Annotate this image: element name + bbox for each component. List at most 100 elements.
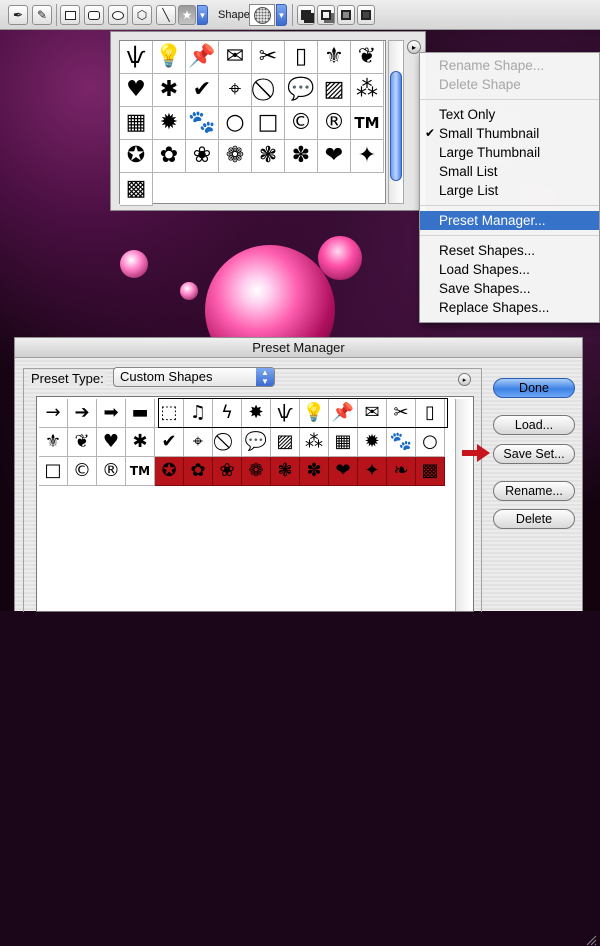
- preset-grid-scrollbar[interactable]: [455, 399, 471, 611]
- tool-dropdown-arrow[interactable]: ▼: [197, 5, 208, 25]
- heart-icon[interactable]: ♥: [120, 74, 153, 107]
- blob-shape-icon[interactable]: ❤: [318, 140, 351, 173]
- scissors-icon[interactable]: ✂: [387, 399, 416, 428]
- blob-shape-icon[interactable]: ❃: [271, 457, 300, 486]
- crosshair-icon[interactable]: ⌖: [219, 74, 252, 107]
- blob-shape-icon[interactable]: ✿: [184, 457, 213, 486]
- menu-item-load-shapes[interactable]: Load Shapes...: [420, 260, 599, 279]
- pushpin-icon[interactable]: 📌: [329, 399, 358, 428]
- lightbulb-icon[interactable]: 💡: [300, 399, 329, 428]
- blob-shape-icon[interactable]: ❀: [186, 140, 219, 173]
- combine-add-button[interactable]: [297, 5, 315, 25]
- hatched-square-icon[interactable]: ▨: [271, 428, 300, 457]
- grass-icon[interactable]: ѱ: [271, 399, 300, 428]
- frame-icon[interactable]: ⬚: [155, 399, 184, 428]
- menu-item-large-thumbnail[interactable]: Large Thumbnail: [420, 143, 599, 162]
- crosshair-icon[interactable]: ⌖: [184, 428, 213, 457]
- menu-item-replace-shapes[interactable]: Replace Shapes...: [420, 298, 599, 317]
- menu-item-small-list[interactable]: Small List: [420, 162, 599, 181]
- heart-icon[interactable]: ♥: [97, 428, 126, 457]
- trademark-icon[interactable]: TM: [126, 457, 155, 486]
- blob-shape-icon[interactable]: ❤: [329, 457, 358, 486]
- arrow-icon[interactable]: →: [39, 399, 68, 428]
- combine-intersect-button[interactable]: [337, 5, 355, 25]
- menu-item-reset-shapes[interactable]: Reset Shapes...: [420, 241, 599, 260]
- ornament-icon[interactable]: ❦: [351, 41, 384, 74]
- checker-icon[interactable]: ⁂: [300, 428, 329, 457]
- preset-type-select[interactable]: Custom Shapes ▲ ▼: [113, 367, 275, 387]
- rounded-rectangle-tool-button[interactable]: [84, 5, 104, 25]
- blob-shape-icon[interactable]: ❀: [213, 457, 242, 486]
- fleur-de-lis-icon[interactable]: ⚜: [318, 41, 351, 74]
- hatched-square-icon[interactable]: ▨: [318, 74, 351, 107]
- paw-print-icon[interactable]: 🐾: [387, 428, 416, 457]
- blob-shape-icon[interactable]: ❁: [242, 457, 271, 486]
- rename-button[interactable]: Rename...: [493, 481, 575, 501]
- starburst-icon[interactable]: ✸: [242, 399, 271, 428]
- checker-icon[interactable]: ⁂: [351, 74, 384, 107]
- arrow-bold-icon[interactable]: ➔: [68, 399, 97, 428]
- registered-icon[interactable]: ®: [97, 457, 126, 486]
- arrow-heavy-icon[interactable]: ➡: [97, 399, 126, 428]
- blob-shape-icon[interactable]: ✪: [155, 457, 184, 486]
- paw-print-icon[interactable]: 🐾: [186, 107, 219, 140]
- menu-item-text-only[interactable]: Text Only: [420, 105, 599, 124]
- save-set-button[interactable]: Save Set...: [493, 444, 575, 464]
- blob-shape-icon[interactable]: ✽: [300, 457, 329, 486]
- shape-picker-dropdown[interactable]: ▼: [276, 4, 287, 26]
- dotted-pattern-icon[interactable]: ▩: [416, 457, 445, 486]
- paper-icon[interactable]: ▯: [285, 41, 318, 74]
- ellipse-tool-button[interactable]: [108, 5, 128, 25]
- no-sign-icon[interactable]: ⃠: [213, 428, 242, 457]
- grass-icon[interactable]: ѱ: [120, 41, 153, 74]
- blob-shape-icon[interactable]: ❁: [219, 140, 252, 173]
- checkmark-icon[interactable]: ✔: [155, 428, 184, 457]
- blob-shape-icon[interactable]: ✦: [351, 140, 384, 173]
- music-notes-icon[interactable]: ♫: [184, 399, 213, 428]
- copyright-icon[interactable]: ©: [285, 107, 318, 140]
- speech-bubble-icon[interactable]: 💬: [242, 428, 271, 457]
- scissors-icon[interactable]: ✂: [252, 41, 285, 74]
- circle-frame-icon[interactable]: ○: [416, 428, 445, 457]
- checkmark-icon[interactable]: ✔: [186, 74, 219, 107]
- done-button[interactable]: Done: [493, 378, 575, 398]
- line-tool-button[interactable]: ╲: [156, 5, 176, 25]
- polygon-tool-button[interactable]: ⬡: [132, 5, 152, 25]
- blob-shape-icon[interactable]: ✦: [358, 457, 387, 486]
- trademark-icon[interactable]: TM: [351, 107, 384, 140]
- lightning-icon[interactable]: ϟ: [213, 399, 242, 428]
- square-frame-icon[interactable]: □: [252, 107, 285, 140]
- rectangle-tool-button[interactable]: [60, 5, 80, 25]
- blob-shape-icon[interactable]: ✿: [153, 140, 186, 173]
- lightbulb-icon[interactable]: 💡: [153, 41, 186, 74]
- no-sign-icon[interactable]: ⃠: [252, 74, 285, 107]
- banner-icon[interactable]: ▬: [126, 399, 155, 428]
- menu-item-large-list[interactable]: Large List: [420, 181, 599, 200]
- blob-shape-icon[interactable]: ✽: [285, 140, 318, 173]
- shape-picker-scrollbar[interactable]: [388, 40, 404, 204]
- blob-shape-icon[interactable]: ❃: [252, 140, 285, 173]
- shape-swatch[interactable]: [249, 4, 275, 26]
- fleur-de-lis-icon[interactable]: ⚜: [39, 428, 68, 457]
- circle-frame-icon[interactable]: ○: [219, 107, 252, 140]
- scroll-thumb[interactable]: [390, 71, 402, 181]
- preset-manager-menu-arrow-icon[interactable]: ▸: [458, 373, 471, 386]
- load-button[interactable]: Load...: [493, 415, 575, 435]
- resize-grip-icon[interactable]: [585, 934, 597, 946]
- freeform-pen-tool-button[interactable]: ✎: [32, 5, 52, 25]
- grid-icon[interactable]: ▦: [329, 428, 358, 457]
- grid-icon[interactable]: ▦: [120, 107, 153, 140]
- envelope-icon[interactable]: ✉: [358, 399, 387, 428]
- splat-icon[interactable]: ✱: [153, 74, 186, 107]
- menu-item-preset-manager[interactable]: Preset Manager...: [420, 211, 599, 230]
- combine-subtract-button[interactable]: [317, 5, 335, 25]
- blob-shape-icon[interactable]: ❧: [387, 457, 416, 486]
- burst-icon[interactable]: ✹: [153, 107, 186, 140]
- square-frame-icon[interactable]: □: [39, 457, 68, 486]
- envelope-icon[interactable]: ✉: [219, 41, 252, 74]
- delete-button[interactable]: Delete: [493, 509, 575, 529]
- paper-icon[interactable]: ▯: [416, 399, 445, 428]
- copyright-icon[interactable]: ©: [68, 457, 97, 486]
- menu-item-save-shapes[interactable]: Save Shapes...: [420, 279, 599, 298]
- splat-icon[interactable]: ✱: [126, 428, 155, 457]
